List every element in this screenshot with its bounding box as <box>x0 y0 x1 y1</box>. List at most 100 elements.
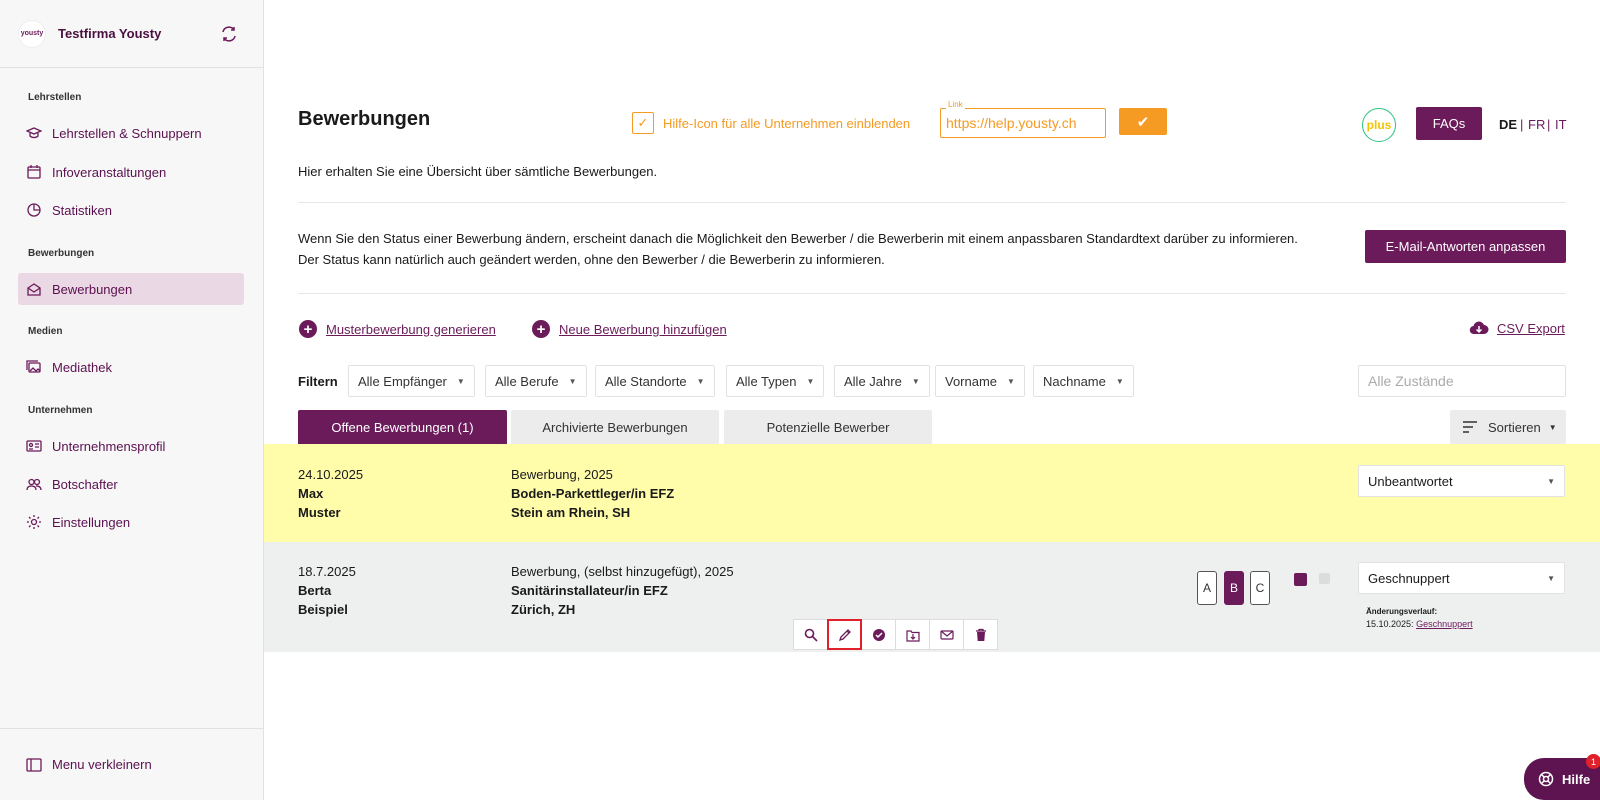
note-icon[interactable] <box>1294 573 1307 586</box>
pie-chart-icon <box>27 203 41 217</box>
sidebar-item-label: Unternehmensprofil <box>52 438 166 454</box>
archive-button[interactable] <box>895 619 930 650</box>
view-button[interactable] <box>793 619 828 650</box>
application-profession: Sanitärinstallateur/in EFZ <box>511 583 668 598</box>
lang-fr[interactable]: FR <box>1528 117 1545 132</box>
applicant-last-name: Muster <box>298 505 341 520</box>
filter-types[interactable]: Alle Typen ▼ <box>726 365 825 397</box>
status-select-value: Unbeantwortet <box>1368 473 1453 489</box>
intro-text: Hier erhalten Sie eine Übersicht über sä… <box>298 164 658 179</box>
filter-locations-value: Alle Standorte <box>605 373 687 389</box>
caret-down-icon: ▼ <box>1547 476 1555 486</box>
brand-header: yousty Testfirma Yousty <box>0 0 263 68</box>
sidebar-item-label: Mediathek <box>52 359 112 375</box>
applicant-first-name: Berta <box>298 583 332 598</box>
nav-section-bewerbungen: Bewerbungen <box>28 248 95 259</box>
pencil-icon <box>838 628 851 641</box>
company-logo[interactable]: yousty <box>18 19 46 48</box>
notification-badge: 1 <box>1586 754 1600 769</box>
plus-badge: plus <box>1362 108 1396 142</box>
check-circle-icon <box>872 628 885 641</box>
row-action-bar <box>793 619 998 650</box>
sidebar-item-einstellungen[interactable]: Einstellungen <box>18 506 244 538</box>
graduation-cap-icon <box>26 127 42 139</box>
attachment-icon[interactable] <box>1319 573 1330 584</box>
sidebar-item-infoveranstaltungen[interactable]: Infoveranstaltungen <box>18 156 244 188</box>
id-card-icon <box>26 440 42 452</box>
rating-c-button[interactable]: C <box>1250 571 1270 605</box>
lang-de[interactable]: DE <box>1499 117 1517 132</box>
change-history-link[interactable]: Geschnuppert <box>1416 619 1473 629</box>
envelope-open-icon <box>27 283 41 296</box>
csv-export-button[interactable]: CSV Export <box>1469 320 1565 336</box>
status-info-text: Wenn Sie den Status einer Bewerbung ände… <box>298 231 1298 267</box>
lang-it[interactable]: IT <box>1555 117 1567 132</box>
sidebar-item-label: Statistiken <box>52 202 112 218</box>
caret-down-icon: ▼ <box>1115 376 1124 386</box>
add-application-button[interactable]: + Neue Bewerbung hinzufügen <box>532 320 727 338</box>
change-history-entry: 15.10.2025: Geschnuppert <box>1366 619 1473 629</box>
sidebar-item-label: Lehrstellen & Schnuppern <box>52 125 202 141</box>
sort-button[interactable]: Sortieren ▼ <box>1450 410 1566 444</box>
add-application-label: Neue Bewerbung hinzufügen <box>559 321 727 337</box>
images-icon <box>26 360 41 373</box>
email-responses-button[interactable]: E-Mail-Antworten anpassen <box>1365 230 1566 263</box>
generate-sample-button[interactable]: + Musterbewerbung generieren <box>299 320 496 338</box>
filter-first-name[interactable]: Vorname ▼ <box>935 365 1025 397</box>
filter-recipients-value: Alle Empfänger <box>358 373 447 389</box>
menu-collapse-button[interactable]: Menu verkleinern <box>0 728 264 800</box>
filter-locations[interactable]: Alle Standorte ▼ <box>595 365 715 397</box>
plus-circle-icon: + <box>299 320 317 338</box>
sort-label: Sortieren <box>1488 419 1541 435</box>
status-filter-input[interactable]: Alle Zustände <box>1358 365 1566 397</box>
caret-down-icon: ▼ <box>568 376 577 386</box>
filter-types-value: Alle Typen <box>736 373 797 389</box>
filter-last-name[interactable]: Nachname ▼ <box>1033 365 1134 397</box>
company-name[interactable]: Testfirma Yousty <box>58 26 161 41</box>
filter-years-value: Alle Jahre <box>844 373 902 389</box>
tab-potential-applicants[interactable]: Potenzielle Bewerber <box>724 410 932 444</box>
link-confirm-button[interactable]: ✔ <box>1119 108 1167 135</box>
sidebar-item-bewerbungen[interactable]: Bewerbungen <box>18 273 244 305</box>
delete-button[interactable] <box>963 619 998 650</box>
change-history-title: Änderungsverlauf: <box>1366 607 1438 616</box>
rating-b-button[interactable]: B <box>1224 571 1244 605</box>
rating-a-button[interactable]: A <box>1197 571 1217 605</box>
status-select[interactable]: Unbeantwortet ▼ <box>1358 465 1565 497</box>
switch-company-icon[interactable] <box>219 24 239 44</box>
filter-years[interactable]: Alle Jahre ▼ <box>834 365 930 397</box>
tab-open-applications[interactable]: Offene Bewerbungen (1) <box>298 410 507 444</box>
users-icon <box>26 478 42 491</box>
calendar-icon <box>27 165 41 179</box>
caret-down-icon: ▼ <box>806 376 815 386</box>
page-title: Bewerbungen <box>298 108 431 130</box>
caret-down-icon: ▼ <box>696 376 705 386</box>
help-link-caption: Link <box>946 100 965 109</box>
edit-button[interactable] <box>827 619 862 650</box>
sidebar: yousty Testfirma Yousty Lehrstellen Lehr… <box>0 0 264 800</box>
help-icon-label: Hilfe-Icon für alle Unternehmen einblend… <box>663 116 911 131</box>
tab-archived-applications[interactable]: Archivierte Bewerbungen <box>511 410 719 444</box>
filter-first-name-value: Vorname <box>945 373 998 389</box>
sidebar-item-unternehmensprofil[interactable]: Unternehmensprofil <box>18 430 244 462</box>
sidebar-item-mediathek[interactable]: Mediathek <box>18 351 244 383</box>
caret-down-icon: ▼ <box>911 376 920 386</box>
application-type: Bewerbung, (selbst hinzugefügt), 2025 <box>511 564 734 579</box>
sidebar-item-statistiken[interactable]: Statistiken <box>18 194 244 226</box>
sidebar-item-label: Botschafter <box>52 476 118 492</box>
change-history-date: 15.10.2025: <box>1366 619 1414 629</box>
email-button[interactable] <box>929 619 964 650</box>
help-icon-checkbox[interactable]: ✓ <box>632 112 654 134</box>
status-select[interactable]: Geschnuppert ▼ <box>1358 562 1565 594</box>
application-location: Stein am Rhein, SH <box>511 505 631 520</box>
help-link-value[interactable]: https://help.yousty.ch <box>946 115 1076 131</box>
filter-recipients[interactable]: Alle Empfänger ▼ <box>348 365 475 397</box>
application-profession: Boden-Parkettleger/in EFZ <box>511 486 675 501</box>
accept-button[interactable] <box>861 619 896 650</box>
sidebar-item-lehrstellen[interactable]: Lehrstellen & Schnuppern <box>18 117 244 149</box>
filter-professions[interactable]: Alle Berufe ▼ <box>485 365 587 397</box>
faq-button[interactable]: FAQs <box>1416 107 1482 140</box>
sidebar-item-botschafter[interactable]: Botschafter <box>18 468 244 500</box>
nav-section-lehrstellen: Lehrstellen <box>28 92 82 103</box>
csv-export-label: CSV Export <box>1497 320 1565 336</box>
